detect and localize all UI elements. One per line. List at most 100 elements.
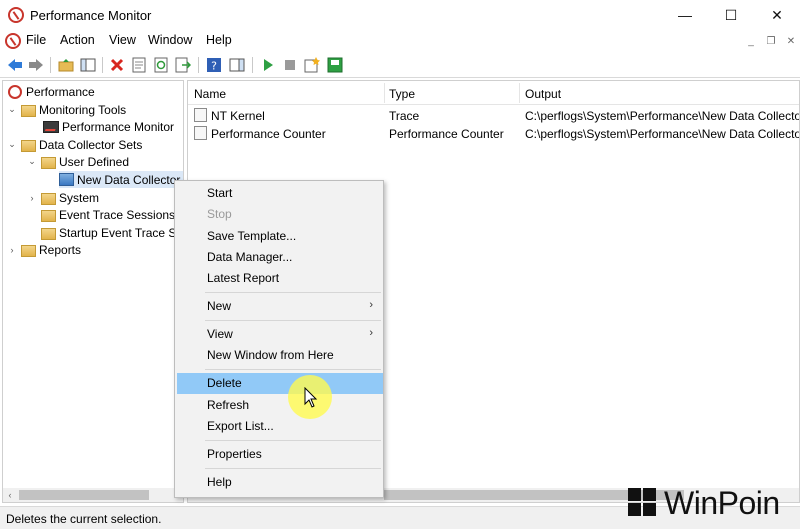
svg-text:?: ?	[211, 60, 217, 73]
help-icon[interactable]: ?	[205, 56, 223, 74]
data-manager-icon[interactable]	[326, 56, 344, 74]
watermark: WinPoin	[628, 485, 780, 521]
windows-logo-icon	[628, 488, 658, 518]
tree-item-monitoring-tools[interactable]: ⌄ Monitoring Tools	[7, 101, 126, 118]
console-tree: Performance ⌄ Monitoring Tools Performan…	[2, 80, 184, 503]
forward-arrow-icon[interactable]	[27, 56, 45, 74]
toolbar-separator	[50, 57, 51, 73]
menu-item-start[interactable]: Start	[177, 183, 383, 204]
mdi-minimize-icon[interactable]: _	[744, 34, 758, 48]
menu-item-stop: Stop	[207, 207, 232, 221]
mdi-restore-icon[interactable]: ❐	[764, 34, 778, 48]
list-header: Name Type Output	[188, 81, 799, 105]
expand-chevron-icon[interactable]: ›	[27, 193, 37, 203]
system-menu-icon[interactable]	[5, 33, 21, 49]
menu-help[interactable]: Help	[206, 33, 232, 47]
expand-chevron-icon[interactable]: ›	[7, 245, 17, 255]
start-play-icon[interactable]	[259, 56, 277, 74]
folder-icon	[21, 244, 36, 257]
column-header-type[interactable]: Type	[389, 87, 415, 101]
menu-item-new[interactable]: New ›	[177, 296, 383, 317]
title-bar: Performance Monitor — ☐ ✕	[0, 0, 800, 30]
status-text: Deletes the current selection.	[6, 512, 162, 526]
menu-item-delete[interactable]: Delete	[177, 373, 383, 394]
row-name: Performance Counter	[211, 127, 326, 141]
menu-item-data-manager[interactable]: Data Manager...	[177, 247, 383, 268]
menu-item-view[interactable]: View ›	[177, 324, 383, 345]
tree-item-data-collector-sets[interactable]: ⌄ Data Collector Sets	[7, 136, 142, 153]
close-button[interactable]: ✕	[754, 0, 800, 30]
column-header-name[interactable]: Name	[194, 87, 226, 101]
mdi-close-icon[interactable]: ✕	[784, 34, 798, 48]
collapse-chevron-icon[interactable]: ⌄	[7, 139, 17, 150]
tree-item-reports[interactable]: › Reports	[7, 241, 81, 258]
column-divider[interactable]	[384, 83, 385, 103]
tree-horizontal-scrollbar[interactable]: ‹ ›	[3, 488, 183, 502]
column-divider[interactable]	[519, 83, 520, 103]
context-menu: Start Stop Save Template... Data Manager…	[174, 180, 384, 498]
menu-item-latest-report[interactable]: Latest Report	[177, 268, 383, 289]
minimize-button[interactable]: —	[662, 0, 708, 30]
menu-separator	[205, 468, 381, 469]
tree-item-new-data-collector[interactable]: New Data Collector	[59, 171, 183, 188]
scrollbar-thumb[interactable]	[19, 490, 149, 500]
up-folder-icon[interactable]	[57, 56, 75, 74]
collapse-chevron-icon[interactable]: ⌄	[7, 104, 17, 115]
menu-item-refresh[interactable]: Refresh	[177, 395, 383, 416]
scroll-left-icon[interactable]: ‹	[3, 488, 17, 502]
folder-icon	[41, 227, 56, 240]
row-output: C:\perflogs\System\Performance\New Data …	[525, 127, 800, 141]
counter-file-icon	[194, 126, 207, 140]
tree-item-system[interactable]: › System	[27, 189, 99, 206]
new-star-icon[interactable]	[303, 56, 321, 74]
row-output: C:\perflogs\System\Performance\New Data …	[525, 109, 800, 123]
watermark-text: WinPoin	[664, 484, 780, 521]
menu-item-new-window-from-here[interactable]: New Window from Here	[177, 345, 383, 366]
menu-separator	[205, 440, 381, 441]
list-row[interactable]: Performance Counter Performance Counter …	[188, 125, 800, 143]
collapse-chevron-icon[interactable]: ⌄	[27, 156, 37, 167]
maximize-button[interactable]: ☐	[708, 0, 754, 30]
list-row[interactable]: NT Kernel Trace C:\perflogs\System\Perfo…	[188, 107, 800, 125]
menu-window[interactable]: Window	[148, 33, 192, 47]
window-title: Performance Monitor	[30, 8, 152, 23]
toolbar-separator	[252, 57, 253, 73]
back-arrow-icon[interactable]	[6, 56, 24, 74]
menu-item-help[interactable]: Help	[177, 472, 383, 493]
menu-action[interactable]: Action	[60, 33, 95, 47]
menu-item-export-list[interactable]: Export List...	[177, 416, 383, 437]
menu-separator	[205, 369, 381, 370]
trace-file-icon	[194, 108, 207, 122]
stop-icon[interactable]	[281, 56, 299, 74]
tree-item-startup-event-trace-sessions[interactable]: Startup Event Trace Se	[41, 224, 183, 241]
tree-item-performance[interactable]: Performance	[7, 83, 95, 100]
submenu-arrow-icon: ›	[369, 299, 373, 311]
tree-item-event-trace-sessions[interactable]: Event Trace Sessions	[41, 206, 175, 223]
delete-x-icon[interactable]	[108, 56, 126, 74]
mouse-pointer-icon	[304, 387, 318, 408]
folder-icon	[41, 192, 56, 205]
properties-icon[interactable]	[130, 56, 148, 74]
toolbar: ?	[0, 52, 800, 78]
menu-separator	[205, 292, 381, 293]
action-pane-icon[interactable]	[228, 56, 246, 74]
refresh-icon[interactable]	[152, 56, 170, 74]
column-header-output[interactable]: Output	[525, 87, 561, 101]
tree-item-performance-monitor[interactable]: Performance Monitor	[43, 118, 174, 135]
toolbar-separator	[102, 57, 103, 73]
menu-item-save-template[interactable]: Save Template...	[177, 226, 383, 247]
menu-item-properties[interactable]: Properties	[177, 444, 383, 465]
row-type: Performance Counter	[389, 127, 504, 141]
export-list-icon[interactable]	[174, 56, 192, 74]
tree-item-user-defined[interactable]: ⌄ User Defined	[27, 153, 129, 170]
folder-icon	[41, 209, 56, 222]
row-name: NT Kernel	[211, 109, 265, 123]
data-collector-icon	[59, 173, 74, 186]
show-hide-tree-icon[interactable]	[79, 56, 97, 74]
folder-icon	[21, 104, 36, 117]
menu-bar: File Action View Window Help _ ❐ ✕	[0, 30, 800, 52]
performance-icon	[8, 84, 22, 99]
toolbar-separator	[198, 57, 199, 73]
menu-view[interactable]: View	[109, 33, 136, 47]
menu-file[interactable]: File	[26, 33, 46, 47]
